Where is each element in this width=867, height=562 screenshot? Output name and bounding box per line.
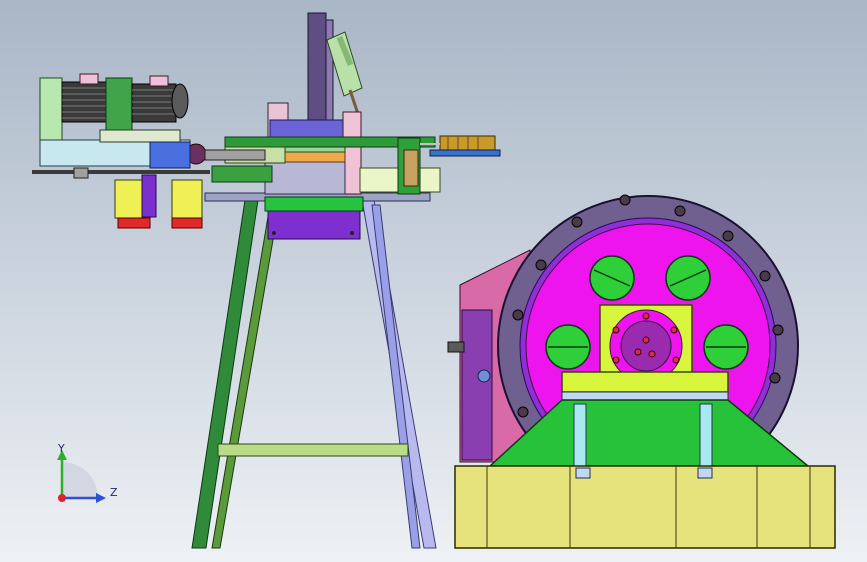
yellow-foundation xyxy=(454,465,836,549)
vertical-column xyxy=(307,12,327,126)
stand-frame xyxy=(191,199,437,549)
drum-machine xyxy=(447,194,836,549)
pink-bracket xyxy=(342,111,362,195)
cad-viewport[interactable]: Y Z xyxy=(0,0,867,562)
machine-assembly-drawing xyxy=(32,12,836,549)
coordinate-triad-icon: Y Z xyxy=(57,442,118,503)
y-axis-label: Y xyxy=(57,442,65,455)
z-axis-label: Z xyxy=(110,486,118,499)
left-motor-assembly xyxy=(32,73,273,229)
rotary-drum xyxy=(264,159,346,195)
origin-point xyxy=(58,494,66,502)
